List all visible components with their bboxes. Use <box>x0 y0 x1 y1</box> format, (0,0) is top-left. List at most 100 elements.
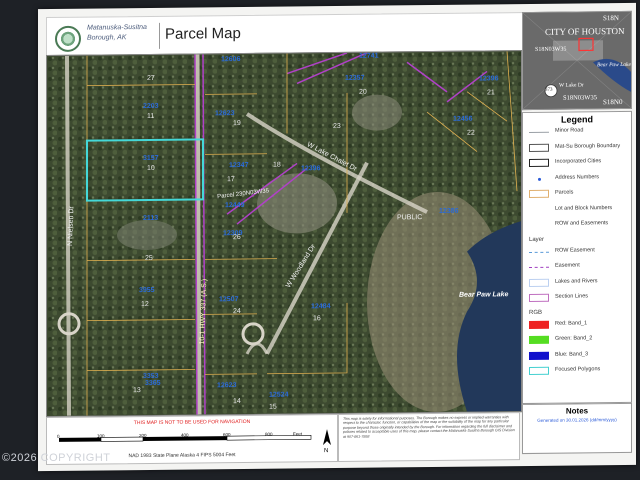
legend-swatch <box>529 131 549 133</box>
inset-lake-label: Bear Paw Lake <box>597 61 631 69</box>
legend-item-label: Parcels <box>555 189 574 196</box>
parcel-label: 12623 <box>217 382 237 390</box>
notes-panel: Notes Generated on 30.01.2026 (dd/mm/yyy… <box>522 402 632 455</box>
legend-item-label: Blue: Band_3 <box>555 350 589 358</box>
lot-label: 20 <box>359 88 367 96</box>
legend-swatch <box>529 189 549 198</box>
parcel-label: 12484 <box>311 303 331 311</box>
legend-swatch <box>529 351 549 360</box>
parcel-label: 3157 <box>143 154 159 163</box>
lot-label: 11 <box>147 112 155 120</box>
legend-item-label: ROW and Easements <box>555 220 609 227</box>
legend-item-label: Green: Band_2 <box>555 335 593 342</box>
lot-label: 17 <box>227 176 235 184</box>
legend-item-label: Address Numbers <box>555 173 600 181</box>
scale-tick: 600 <box>223 432 231 438</box>
generated-date: Generated on 30.01.2026 (dd/mm/yyyy) <box>537 417 617 423</box>
lot-label: 15 <box>269 403 277 411</box>
lake-label: Bear Paw Lake <box>459 291 509 299</box>
disclaimer-panel: This map is solely for informational pur… <box>338 412 520 462</box>
parcel-label: 2203 <box>143 102 159 111</box>
north-arrow-label: N <box>324 448 329 455</box>
parcel-label: 12623 <box>215 110 235 118</box>
scale-tick: 0 <box>57 433 60 439</box>
scale-tick: 200 <box>139 432 147 439</box>
aerial-map[interactable]: 3157 2203 2113 3353 12606 12623 12347 12… <box>46 50 522 418</box>
disclaimer-text: This map is solely for informational pur… <box>343 415 515 439</box>
parcel-label: 12347 <box>229 161 249 170</box>
lot-label: 10 <box>147 164 155 172</box>
legend-swatch <box>529 320 549 329</box>
legend-swatch <box>529 335 549 344</box>
parcel-label: 12606 <box>221 56 241 64</box>
parcel-label: 12524 <box>269 391 289 399</box>
legend-item-label: Section Lines <box>555 293 589 300</box>
legend-item-label: Lakes and Rivers <box>555 277 598 285</box>
parcel-label: 12507 <box>219 296 239 304</box>
legend-swatch <box>529 278 549 287</box>
scale-tick: 800 <box>265 431 273 437</box>
legend-swatch <box>529 143 549 152</box>
map-canvas <box>47 51 521 417</box>
legend-item-label: Focused Polygons <box>555 366 601 373</box>
lot-label: 16 <box>313 315 321 323</box>
locator-inset-map[interactable]: CITY OF HOUSTON S18N S18N0 S18N03W35 S18… <box>522 10 632 111</box>
legend-panel: Legend Minor Road Mat-Su Borough Boundary… <box>522 110 632 405</box>
legend-swatch <box>529 251 549 253</box>
inset-city-label: CITY OF HOUSTON <box>545 25 625 37</box>
lot-label: 21 <box>487 89 495 97</box>
map-sheet: Matanuska-Susitna Borough, AK Parcel Map <box>38 2 636 472</box>
lot-label: 19 <box>233 120 241 128</box>
road-label-public: PUBLIC <box>397 214 423 222</box>
copyright-watermark: ©2026 COPYRIGHT <box>2 452 111 464</box>
page-title: Parcel Map <box>165 25 241 43</box>
legend-item-label: Incorporated Cities <box>555 158 602 165</box>
inset-grid-label: S18N <box>603 14 619 23</box>
legend-item-label: Minor Road <box>555 127 584 134</box>
legend-item-label: Easement <box>555 262 580 269</box>
lot-label: 26 <box>233 234 241 242</box>
legend-item-label: Red: Band_1 <box>555 319 588 327</box>
title-divider <box>159 22 160 49</box>
borough-logo <box>55 25 81 52</box>
parcel-label: 3955 <box>139 286 155 295</box>
legend-item-label: RGB <box>529 309 543 316</box>
inset-grid-label: S18N03W35 <box>535 46 567 53</box>
parcel-label: 2113 <box>143 214 159 223</box>
legend-swatch <box>529 266 549 268</box>
scale-tick: 100 <box>97 433 105 439</box>
lot-label: 14 <box>233 398 241 406</box>
legend-item-label: ROW Easement <box>555 246 595 254</box>
legend-item-label: Lot and Block Numbers <box>555 204 613 212</box>
parcel-label: 12449 <box>225 201 245 210</box>
notes-title: Notes <box>565 406 589 416</box>
parcel-label: 12396 <box>301 165 321 173</box>
lot-label: 25 <box>145 254 153 263</box>
legend-title: Legend <box>560 114 593 125</box>
lot-label: 24 <box>233 308 241 316</box>
parcel-label: 12357 <box>345 74 365 82</box>
scale-unit: Feet <box>293 431 303 437</box>
legend-swatch <box>529 293 549 302</box>
lot-label: 18 <box>273 161 281 169</box>
parcel-label: 12456 <box>453 115 473 123</box>
parcel-label: 12396 <box>479 75 499 83</box>
scale-tick: 400 <box>181 432 189 438</box>
lot-label: 12 <box>141 300 149 309</box>
inset-route-shield: 373 <box>545 87 553 93</box>
borough-name: Matanuska-Susitna Borough, AK <box>87 23 147 42</box>
legend-list: Minor Road Mat-Su Borough Boundary Incorpo… <box>523 126 631 375</box>
lot-label: 22 <box>467 129 475 137</box>
parcel-label: 3365 <box>145 379 161 388</box>
legend-item-label: Mat-Su Borough Boundary <box>555 142 621 150</box>
road-label-nielsen: N Nielsen Dr <box>67 206 76 246</box>
legend-item-label: Layer <box>529 236 545 243</box>
inset-grid-label: S18N03W35 <box>563 94 597 102</box>
legend-swatch <box>529 158 549 167</box>
inset-road-label: W Lake Dr <box>559 82 584 89</box>
parcel-label: 12386 <box>439 207 459 215</box>
lot-label: 13 <box>133 387 141 395</box>
lot-label: 27 <box>147 74 155 82</box>
parcel-label: 12741 <box>359 52 379 60</box>
inset-grid-label: S18N0 <box>603 98 623 107</box>
